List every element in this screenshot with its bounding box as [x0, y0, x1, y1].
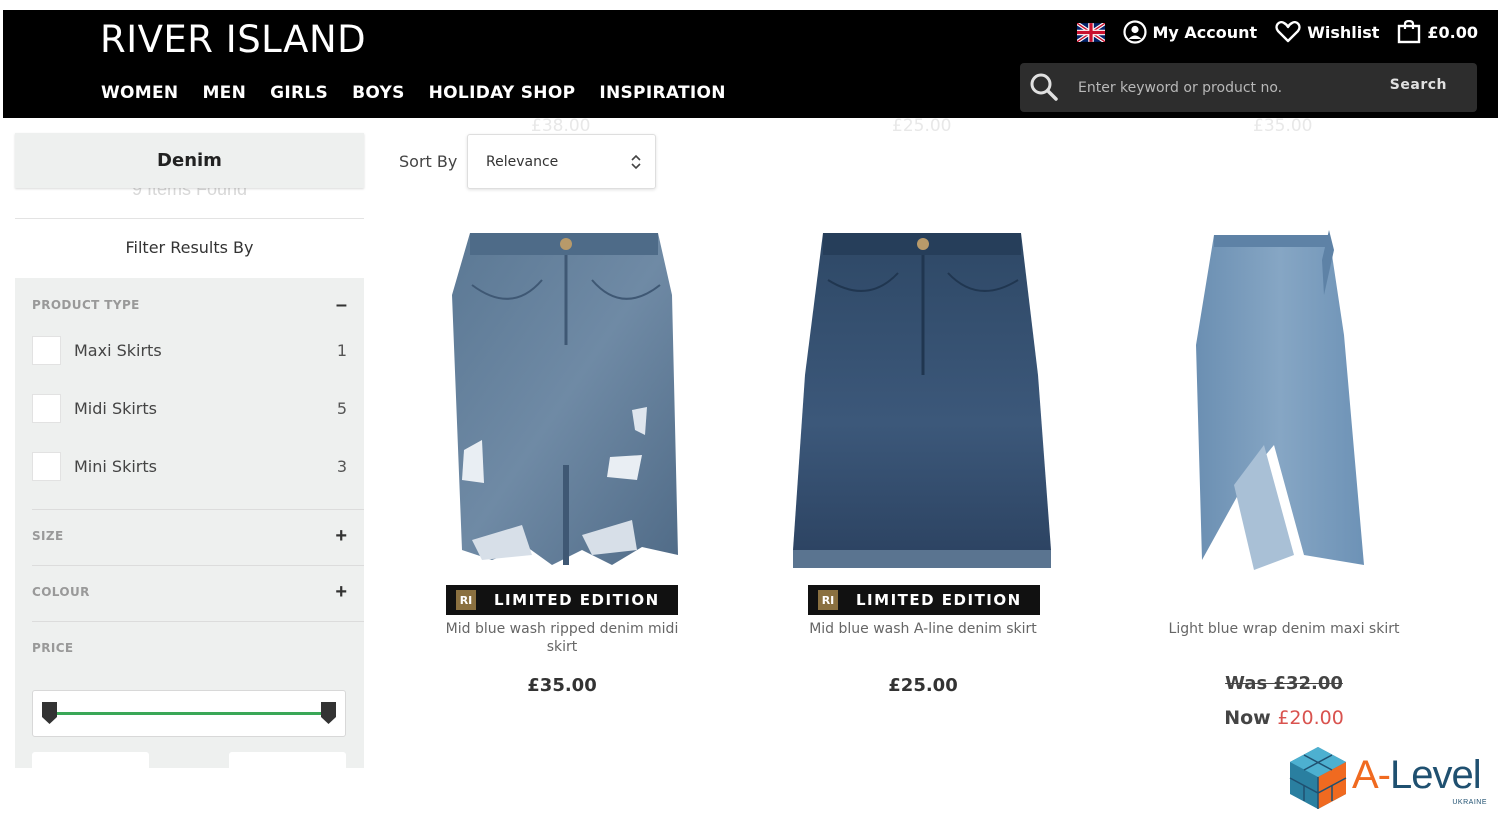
checkbox[interactable]: [32, 393, 61, 423]
a-level-logo: A-Level UKRAINE: [1288, 745, 1493, 811]
cube-logo-icon: [1289, 747, 1347, 809]
my-account-label: My Account: [1152, 22, 1258, 42]
ghost-price: £25.00: [892, 116, 952, 136]
nav-girls[interactable]: GIRLS: [270, 83, 328, 103]
sort-selected-value: Relevance: [486, 153, 559, 170]
nav-men[interactable]: MEN: [202, 83, 246, 103]
country-selector[interactable]: [1076, 22, 1105, 42]
product-now-price: Now £20.00: [1154, 707, 1414, 729]
sort-by-label: Sort By: [399, 152, 458, 171]
main-nav: WOMEN MEN GIRLS BOYS HOLIDAY SHOP INSPIR…: [101, 83, 750, 103]
divider: [32, 565, 364, 566]
filter-sidebar: 9 Items Found Denim Filter Results By PR…: [15, 133, 364, 772]
product-card[interactable]: Light blue wrap denim maxi skirt Was £32…: [1154, 225, 1414, 745]
search-input[interactable]: [1078, 75, 1368, 101]
search-icon[interactable]: [1028, 71, 1060, 103]
search-bar: Search: [1020, 63, 1477, 112]
slider-max-handle[interactable]: [321, 702, 336, 724]
collapse-product-type-toggle[interactable]: –: [336, 295, 347, 315]
nav-boys[interactable]: BOYS: [352, 83, 405, 103]
divider: [32, 509, 364, 510]
site-logo[interactable]: RIVER ISLAND: [100, 18, 366, 61]
a-level-wordmark: A-Level: [1352, 753, 1482, 797]
filter-option-count: 3: [336, 456, 347, 476]
limited-edition-badge: RI LIMITED EDITION: [446, 585, 678, 615]
badge-label: LIMITED EDITION: [494, 591, 660, 609]
heart-icon: [1275, 21, 1301, 43]
limited-edition-badge: RI LIMITED EDITION: [808, 585, 1040, 615]
filter-heading-colour: COLOUR: [32, 585, 90, 599]
user-icon: [1122, 20, 1147, 44]
checkbox[interactable]: [32, 335, 61, 365]
filter-option-mini-skirts[interactable]: Mini Skirts 3: [32, 451, 347, 481]
filter-heading-product-type: PRODUCT TYPE: [32, 298, 140, 312]
nav-women[interactable]: WOMEN: [101, 83, 178, 103]
category-title: Denim: [15, 133, 364, 188]
product-image-a-line-skirt[interactable]: [793, 225, 1053, 580]
price-max-field[interactable]: [229, 752, 346, 772]
uk-flag-icon: [1076, 22, 1105, 42]
product-price: £25.00: [888, 675, 958, 696]
filter-option-midi-skirts[interactable]: Midi Skirts 5: [32, 393, 347, 423]
filter-heading-price: PRICE: [32, 641, 74, 655]
slider-min-handle[interactable]: [42, 702, 57, 724]
site-header: RIVER ISLAND WOMEN MEN GIRLS BOYS HOLIDA…: [3, 10, 1498, 118]
select-arrows-icon: [631, 154, 641, 170]
product-image-wrap-maxi-skirt[interactable]: [1154, 225, 1414, 580]
a-level-subtitle: UKRAINE: [1452, 799, 1487, 806]
ri-logo-icon: RI: [818, 590, 838, 610]
filter-option-count: 5: [336, 398, 347, 418]
product-name[interactable]: Mid blue wash ripped denim midi skirt: [432, 620, 692, 656]
filter-option-count: 1: [336, 340, 347, 360]
filter-option-label: Maxi Skirts: [74, 340, 162, 360]
utility-links: My Account Wishlist £0.00: [1076, 20, 1478, 44]
filter-panel: PRODUCT TYPE – Maxi Skirts 1 Midi Skirts…: [15, 278, 364, 772]
basket-link[interactable]: £0.00: [1397, 20, 1478, 44]
product-price: £35.00: [527, 675, 597, 696]
price-range-slider: [32, 690, 346, 737]
badge-label: LIMITED EDITION: [856, 591, 1022, 609]
sort-select[interactable]: Relevance: [467, 134, 656, 189]
nav-holiday-shop[interactable]: HOLIDAY SHOP: [429, 83, 576, 103]
ghost-price: £35.00: [1253, 116, 1313, 136]
wishlist-label: Wishlist: [1307, 22, 1380, 42]
expand-colour-toggle[interactable]: +: [335, 582, 347, 602]
search-button[interactable]: Search: [1390, 77, 1447, 93]
shopping-bag-icon: [1398, 20, 1421, 44]
ghost-price: £38.00: [531, 116, 591, 136]
now-label: Now: [1224, 707, 1271, 729]
filter-option-maxi-skirts[interactable]: Maxi Skirts 1: [32, 335, 347, 365]
sale-price: £20.00: [1277, 707, 1344, 729]
divider: [32, 621, 364, 622]
filter-results-heading: Filter Results By: [15, 218, 364, 257]
product-name[interactable]: Mid blue wash A-line denim skirt: [793, 620, 1053, 638]
checkbox[interactable]: [32, 451, 61, 481]
product-card[interactable]: RI LIMITED EDITION Mid blue wash ripped …: [432, 225, 692, 705]
expand-size-toggle[interactable]: +: [335, 526, 347, 546]
my-account-link[interactable]: My Account: [1122, 20, 1258, 44]
product-was-price: Was £32.00: [1225, 673, 1343, 694]
product-card[interactable]: RI LIMITED EDITION Mid blue wash A-line …: [793, 225, 1053, 705]
ri-logo-icon: RI: [456, 590, 476, 610]
product-name[interactable]: Light blue wrap denim maxi skirt: [1154, 620, 1414, 638]
basket-total: £0.00: [1427, 22, 1478, 42]
nav-inspiration[interactable]: INSPIRATION: [599, 83, 725, 103]
items-found-count: 9 Items Found: [131, 186, 248, 199]
filter-option-label: Midi Skirts: [74, 398, 157, 418]
price-min-field[interactable]: [32, 752, 149, 772]
wishlist-link[interactable]: Wishlist: [1275, 21, 1379, 43]
filter-option-label: Mini Skirts: [74, 456, 157, 476]
slider-track[interactable]: [50, 712, 328, 715]
filter-heading-size: SIZE: [32, 529, 64, 543]
product-image-ripped-midi-skirt[interactable]: [432, 225, 692, 580]
